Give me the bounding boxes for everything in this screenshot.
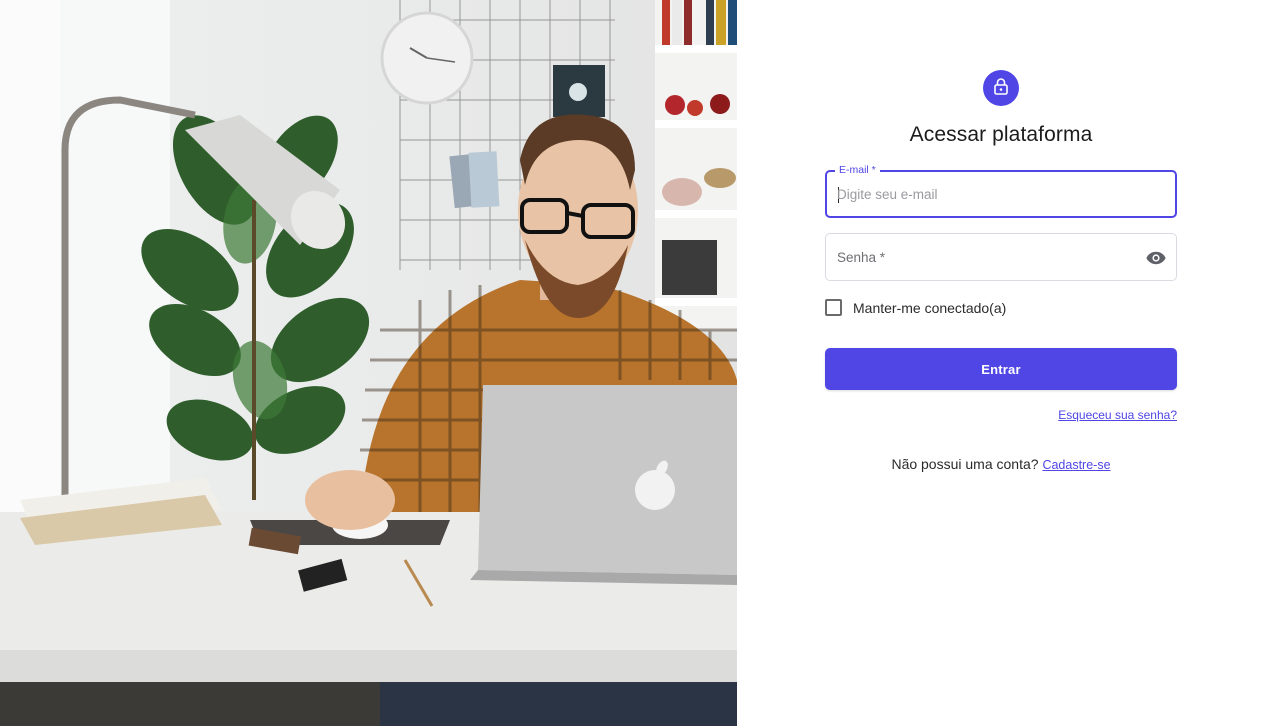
hero-image [0,0,737,726]
password-field: Senha * [825,233,1177,281]
eye-icon[interactable] [1145,248,1167,268]
hero-illustration [0,0,737,726]
email-field: E-mail * [825,164,1177,218]
page-title: Acessar plataforma [909,123,1093,146]
remember-me[interactable]: Manter-me conectado(a) [825,299,1006,316]
lock-icon [993,77,1009,100]
signup-prompt: Não possui uma conta? Cadastre-se [825,456,1177,472]
signup-prompt-text: Não possui uma conta? [891,456,1039,472]
remember-label: Manter-me conectado(a) [853,299,1007,316]
lock-badge [983,70,1019,106]
login-panel: Acessar plataforma E-mail * Senha * [737,0,1265,726]
login-button[interactable]: Entrar [825,348,1177,390]
login-page: Acessar plataforma E-mail * Senha * [0,0,1265,726]
remember-checkbox[interactable] [825,299,842,316]
password-input[interactable] [836,234,1136,278]
email-input[interactable] [837,172,1137,216]
signup-link[interactable]: Cadastre-se [1042,458,1110,472]
forgot-password-link[interactable]: Esqueceu sua senha? [1058,408,1177,422]
